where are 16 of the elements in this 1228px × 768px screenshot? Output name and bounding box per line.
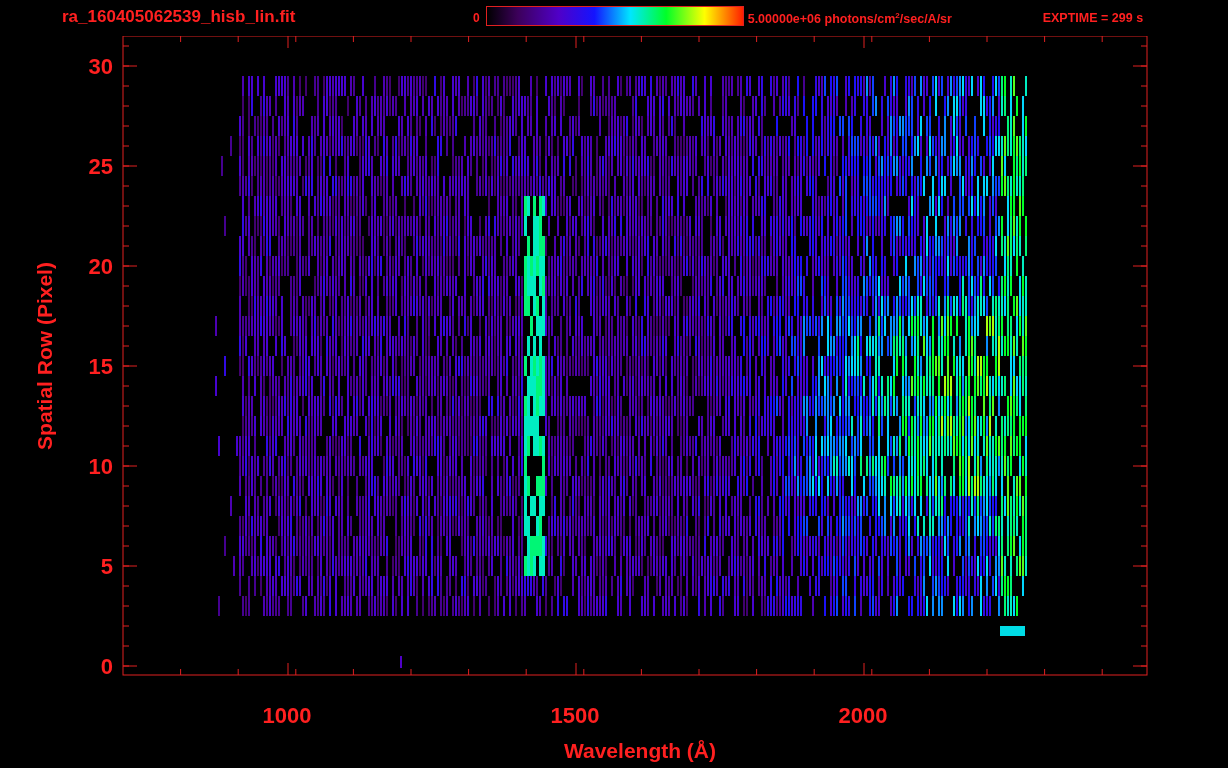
colorbar-max-label: 5.00000e+06 photons/cm$^{2}$/sec/A/sr — [747, 11, 953, 27]
y-tick-label: 5 — [100, 554, 113, 579]
y-axis-label: Spatial Row (Pixel) — [33, 262, 56, 450]
colorbar-min-label: 0 — [473, 11, 480, 25]
x-tick-label: 1500 — [550, 703, 600, 728]
y-tick-label: 30 — [88, 54, 113, 79]
x-axis-label: Wavelength (Å) — [563, 739, 717, 762]
y-tick-label: 25 — [88, 154, 113, 179]
exposure-time: EXPTIME = 299 s — [1042, 11, 1144, 25]
file-title: ra_160405062539_hisb_lin.fit — [62, 7, 297, 27]
y-tick-label: 20 — [88, 254, 113, 279]
y-tick-label: 15 — [88, 354, 113, 379]
y-tick-label: 0 — [100, 654, 113, 679]
x-tick-label: 2000 — [838, 703, 888, 728]
x-tick-label: 1000 — [262, 703, 312, 728]
y-tick-label: 10 — [88, 454, 113, 479]
